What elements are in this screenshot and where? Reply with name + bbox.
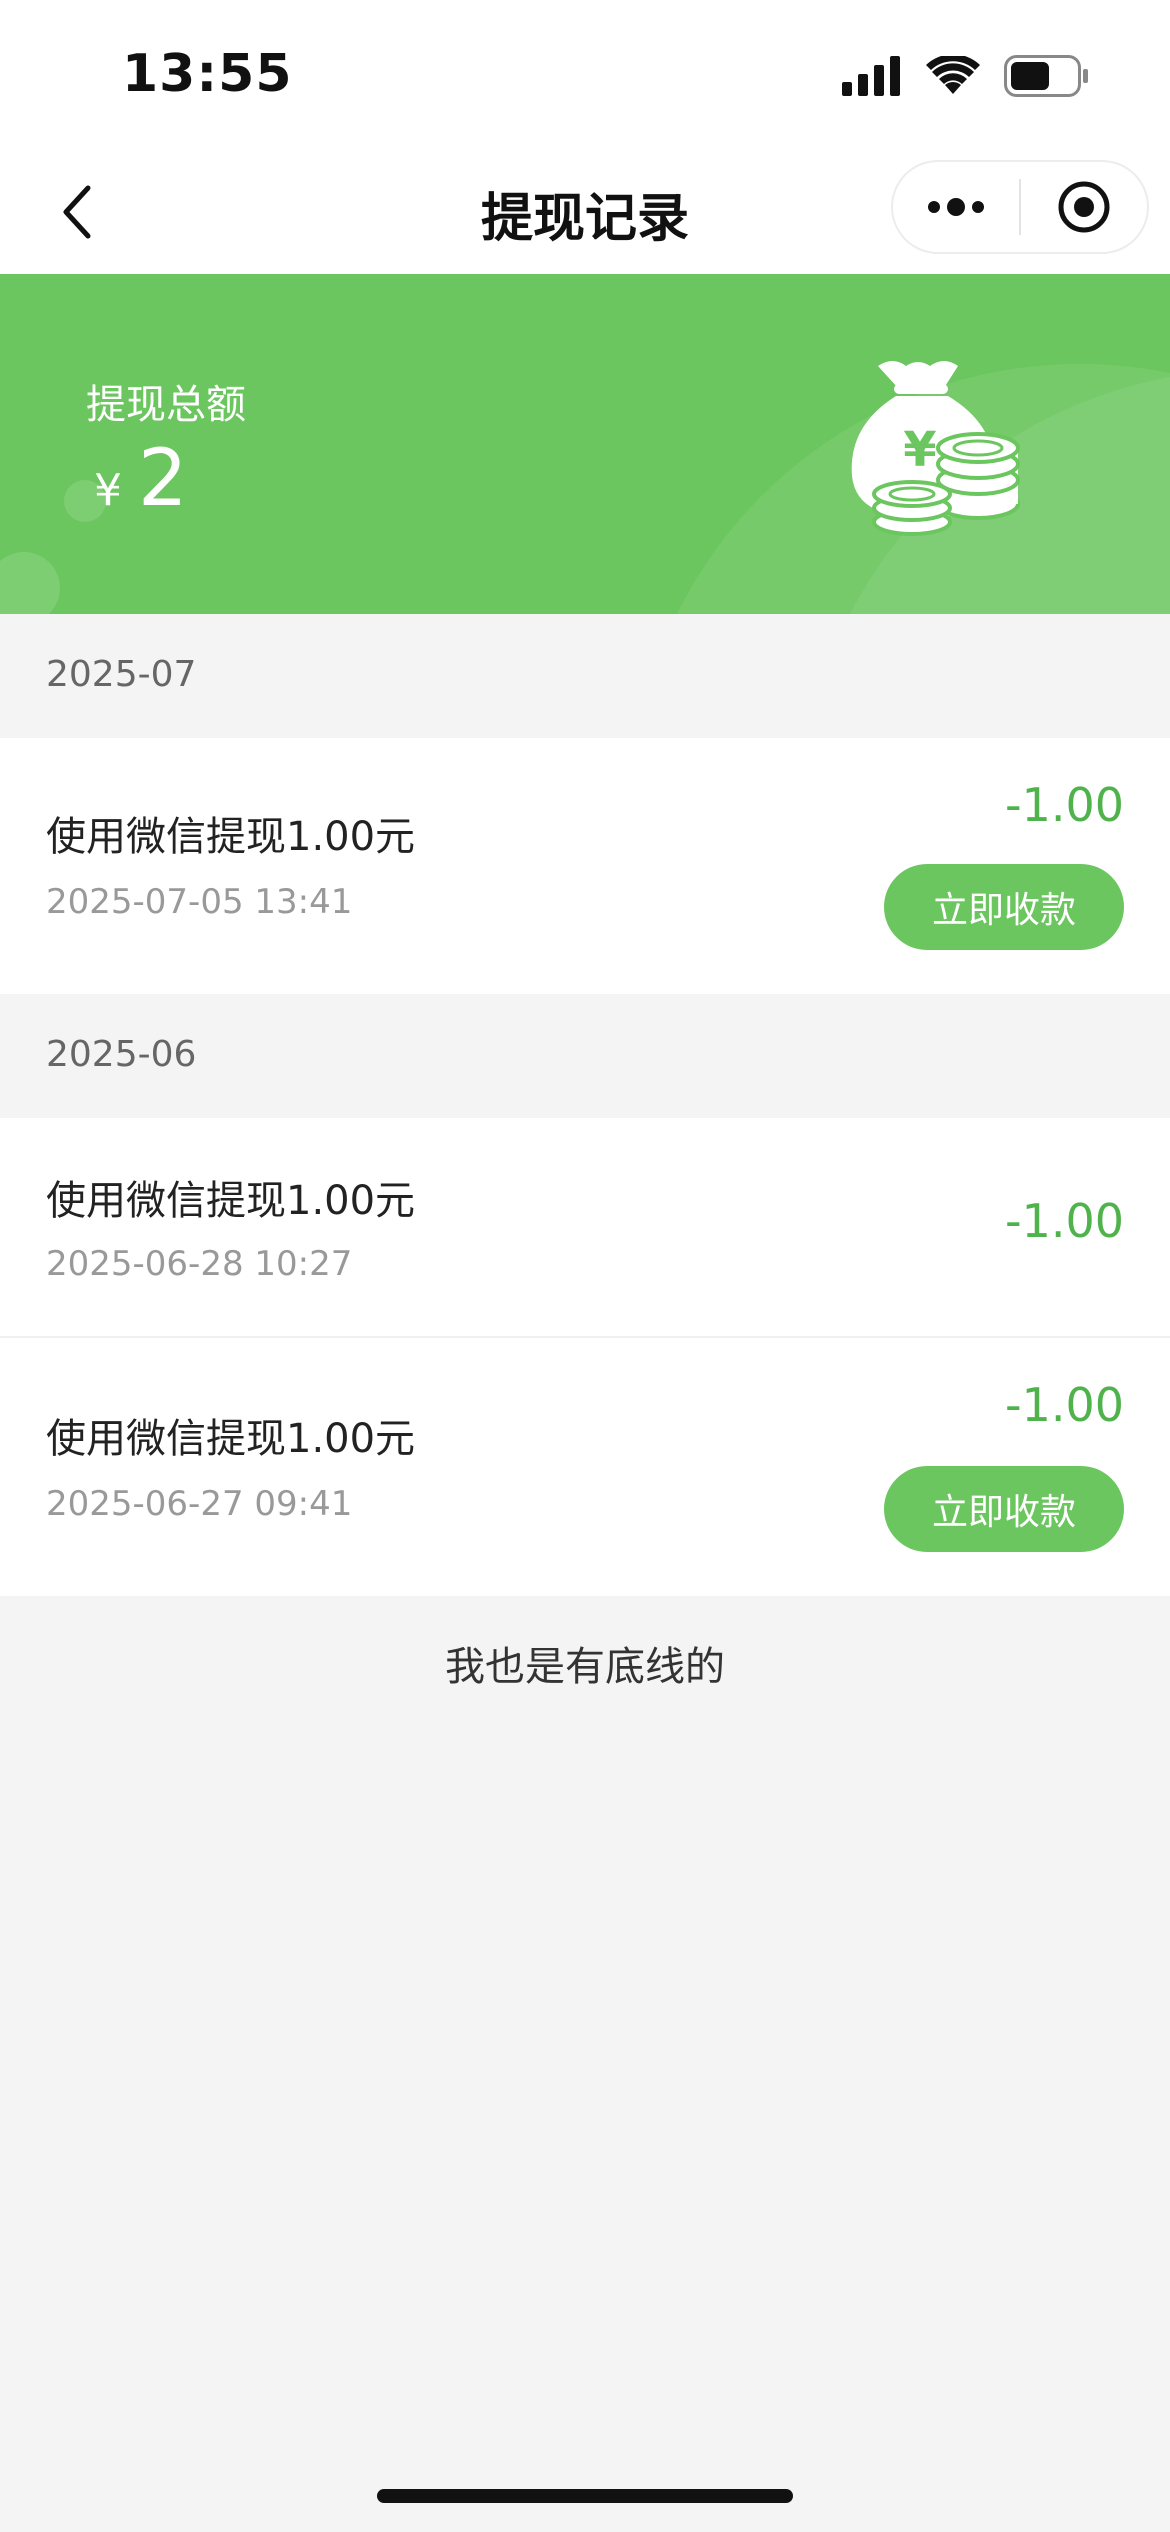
- record-time: 2025-07-05 13:41: [46, 882, 353, 922]
- record-amount: -1.00: [1004, 1378, 1124, 1432]
- record-title: 使用微信提现1.00元: [46, 1416, 416, 1462]
- status-bar: 13:55: [0, 0, 1170, 150]
- total-label: 提现总额: [86, 382, 246, 428]
- mini-program-capsule: [891, 160, 1149, 254]
- withdraw-record: 使用微信提现1.00元 2025-06-27 09:41 -1.00 立即收款: [0, 1338, 1170, 1596]
- month-header: 2025-06: [0, 994, 1170, 1118]
- more-dots-icon: [928, 198, 984, 216]
- wifi-icon: [926, 56, 980, 94]
- banner-decoration: [0, 552, 60, 614]
- total-amount: ¥ 2: [94, 434, 188, 524]
- signal-icon: [842, 56, 900, 96]
- receive-now-button[interactable]: 立即收款: [884, 864, 1124, 950]
- record-amount: -1.00: [1004, 778, 1124, 832]
- money-bag-coins-icon: ¥: [851, 361, 1020, 536]
- record-time: 2025-06-27 09:41: [46, 1484, 353, 1524]
- close-mini-program-button[interactable]: [1021, 162, 1147, 252]
- withdraw-record: 使用微信提现1.00元 2025-07-05 13:41 -1.00 立即收款: [0, 738, 1170, 994]
- month-header: 2025-07: [0, 614, 1170, 738]
- withdraw-record: 使用微信提现1.00元 2025-06-28 10:27 -1.00: [0, 1118, 1170, 1336]
- month-label: 2025-06: [46, 1034, 197, 1075]
- nav-bar: 提现记录: [0, 150, 1170, 274]
- currency-symbol: ¥: [94, 465, 122, 516]
- record-title: 使用微信提现1.00元: [46, 814, 416, 860]
- record-title: 使用微信提现1.00元: [46, 1178, 416, 1224]
- status-time: 13:55: [122, 44, 293, 104]
- receive-now-button[interactable]: 立即收款: [884, 1466, 1124, 1552]
- record-target-icon: [1058, 181, 1110, 233]
- end-of-list-text: 我也是有底线的: [445, 1644, 725, 1690]
- svg-text:¥: ¥: [903, 422, 936, 478]
- total-banner: 提现总额 ¥ 2 ¥: [0, 274, 1170, 614]
- home-indicator[interactable]: [377, 2489, 793, 2503]
- record-amount: -1.00: [1004, 1194, 1124, 1248]
- battery-icon: [1004, 55, 1088, 97]
- record-time: 2025-06-28 10:27: [46, 1244, 353, 1284]
- total-value: 2: [138, 434, 188, 524]
- month-label: 2025-07: [46, 654, 197, 695]
- status-icons: [842, 52, 1090, 100]
- more-button[interactable]: [893, 162, 1019, 252]
